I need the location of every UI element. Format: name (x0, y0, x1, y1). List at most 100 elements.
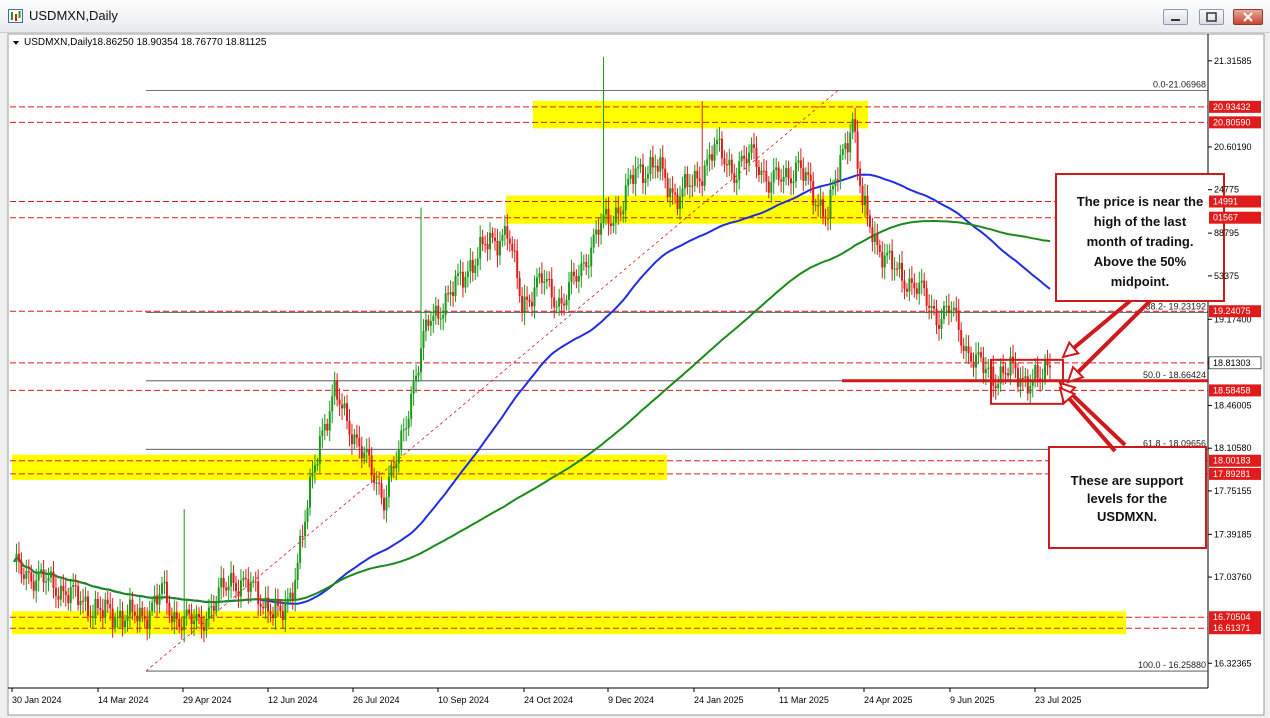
candle-body (720, 138, 723, 159)
candle-body (535, 277, 538, 288)
candle-body (222, 577, 225, 588)
candle-body (54, 587, 57, 597)
candle-body (642, 164, 644, 183)
candle-body (183, 616, 186, 631)
candle-body (575, 275, 578, 282)
candle-body (52, 571, 55, 588)
candle-body (237, 591, 240, 597)
price-tick-label: 21.31585 (1214, 56, 1252, 66)
maximize-button[interactable] (1199, 9, 1224, 25)
candle-body (368, 449, 371, 456)
candle-body (254, 581, 257, 583)
annotation-text-support: These are support (1071, 473, 1184, 488)
candle-body (844, 143, 847, 150)
candle-body (1007, 373, 1010, 376)
candle-body (205, 618, 208, 631)
candle-body (72, 585, 75, 588)
candle-body (326, 423, 329, 431)
candle-body (901, 262, 903, 281)
candle-body (703, 165, 706, 186)
price-tick-label: 17.75155 (1214, 486, 1252, 496)
candle-body (777, 167, 780, 180)
candle-body (780, 179, 783, 182)
candle-body (304, 521, 307, 537)
candle-body (809, 174, 812, 182)
candle-body (607, 208, 610, 224)
candle-body (417, 372, 420, 376)
candle-body (387, 476, 390, 498)
candle-body (526, 296, 529, 300)
candle-body (434, 305, 437, 316)
candle-body (765, 170, 768, 182)
candle-body (585, 262, 588, 267)
candle-body (708, 154, 711, 160)
candle-body (141, 607, 144, 616)
candle-body (938, 325, 940, 329)
chart-header: USDMXN,Daily 18.86250 18.90354 18.76770 … (13, 37, 267, 48)
candle-body (595, 229, 598, 235)
candle-body (888, 250, 891, 253)
close-button[interactable] (1233, 9, 1263, 25)
candle-body (202, 627, 205, 631)
time-tick-label: 24 Apr 2025 (864, 695, 913, 705)
candle-body (101, 610, 104, 617)
title-bar[interactable]: USDMXN,Daily (0, 0, 1270, 33)
candle-body (360, 446, 363, 459)
chart-symbol-label: USDMXN,Daily (24, 37, 92, 48)
candle-body (654, 165, 657, 168)
candle-body (469, 260, 472, 272)
candle-body (1004, 373, 1007, 375)
candle-body (905, 288, 908, 292)
candle-body (380, 483, 383, 498)
candle-body (62, 585, 65, 592)
candle-body (790, 178, 792, 184)
candle-body (930, 306, 933, 308)
candle-body (370, 455, 373, 476)
candle-body (533, 287, 536, 307)
candle-body (979, 352, 982, 358)
candle-body (565, 299, 568, 306)
candle-body (1002, 366, 1005, 374)
candle-body (612, 222, 615, 227)
candle-body (336, 380, 339, 400)
candle-body (264, 597, 267, 609)
candle-body (600, 223, 603, 235)
close-icon (1243, 12, 1253, 22)
price-label-text: 16.61371 (1213, 623, 1251, 633)
candle-body (40, 569, 43, 572)
candle-body (94, 599, 97, 617)
candle-body (20, 561, 23, 575)
candle-body (868, 215, 871, 228)
candle-body (992, 366, 995, 386)
candle-body (965, 346, 968, 352)
candle-body (259, 603, 262, 607)
price-chart[interactable]: 0.0-21.06968 38.2- 19.23192 50.0 - 18.6642… (0, 33, 1270, 718)
candle-body (688, 185, 691, 187)
candle-body (276, 600, 279, 606)
price-label-text: 01567 (1213, 213, 1238, 223)
candle-body (661, 157, 664, 169)
candle-body (249, 582, 252, 592)
candle-body (523, 296, 526, 313)
candle-body (755, 147, 758, 168)
candle-body (289, 592, 292, 599)
minimize-button[interactable] (1163, 9, 1188, 25)
candle-body (883, 255, 886, 268)
candle-body (1014, 362, 1017, 369)
candle-body (161, 583, 163, 594)
candle-body (508, 238, 511, 244)
candle-body (634, 168, 637, 184)
candle-body (942, 305, 945, 320)
candle-body (471, 260, 474, 273)
candle-body (397, 449, 400, 464)
candle-body (225, 587, 228, 591)
candle-body (207, 607, 210, 619)
candle-body (45, 581, 48, 583)
candle-body (99, 607, 102, 611)
candle-body (920, 280, 923, 283)
candle-body (553, 297, 556, 308)
annotation-text-price: month of trading. (1087, 234, 1194, 249)
candle-body (787, 168, 790, 179)
time-tick-label: 23 Jul 2025 (1035, 695, 1082, 705)
candle-body (548, 278, 551, 280)
